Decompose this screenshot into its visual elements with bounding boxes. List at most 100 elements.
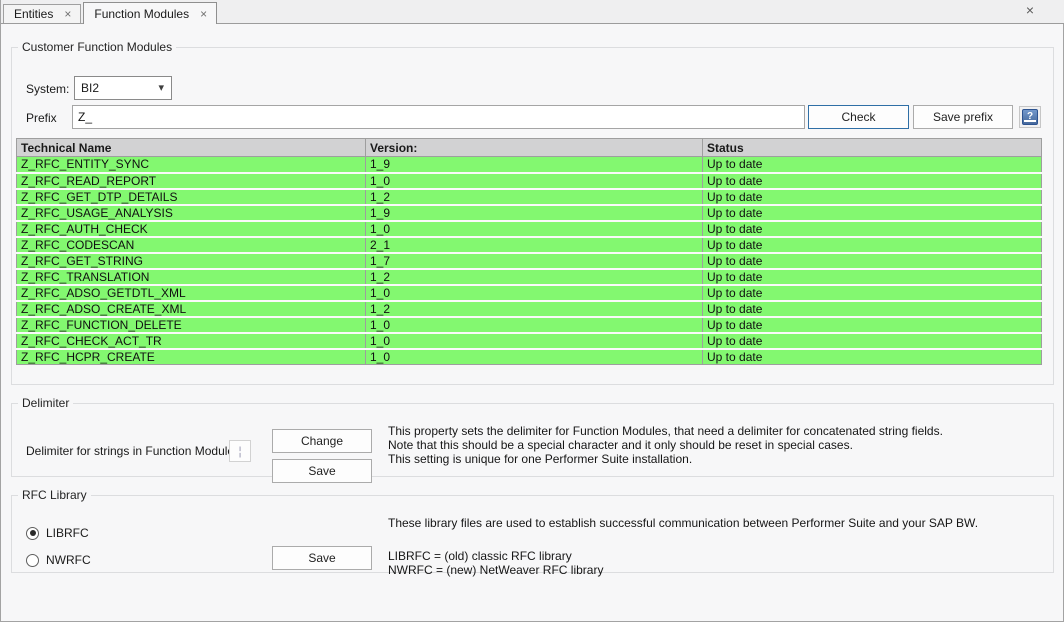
- radio-nwrfc[interactable]: NWRFC: [26, 553, 91, 567]
- table-row[interactable]: Z_RFC_AUTH_CHECK1_0Up to date: [17, 221, 1042, 237]
- chevron-down-icon: ▾: [158, 81, 164, 94]
- status-cell: Up to date: [703, 349, 1042, 365]
- help-icon: ?: [1022, 109, 1038, 125]
- column-header-version[interactable]: Version:: [366, 139, 703, 157]
- table-row[interactable]: Z_RFC_HCPR_CREATE1_0Up to date: [17, 349, 1042, 365]
- version-cell: 1_9: [366, 205, 703, 221]
- table-row[interactable]: Z_RFC_ADSO_GETDTL_XML1_0Up to date: [17, 285, 1042, 301]
- tab-function-modules-close-icon[interactable]: ×: [199, 8, 208, 20]
- status-cell: Up to date: [703, 173, 1042, 189]
- technical-name-cell: Z_RFC_USAGE_ANALYSIS: [17, 205, 366, 221]
- radio-nwrfc-label: NWRFC: [46, 553, 91, 567]
- technical-name-cell: Z_RFC_READ_REPORT: [17, 173, 366, 189]
- version-cell: 1_0: [366, 221, 703, 237]
- status-cell: Up to date: [703, 157, 1042, 173]
- customer-function-modules-title: Customer Function Modules: [18, 40, 176, 54]
- tab-bar: Entities × Function Modules × ×: [1, 0, 1064, 24]
- status-cell: Up to date: [703, 237, 1042, 253]
- status-cell: Up to date: [703, 285, 1042, 301]
- table-row[interactable]: Z_RFC_USAGE_ANALYSIS1_9Up to date: [17, 205, 1042, 221]
- rfc-description-intro: These library files are used to establis…: [388, 516, 978, 530]
- status-cell: Up to date: [703, 301, 1042, 317]
- delimiter-description-line-2: Note that this should be a special chara…: [388, 438, 943, 452]
- tab-entities-label: Entities: [14, 7, 53, 21]
- version-cell: 1_9: [366, 157, 703, 173]
- delimiter-value-box[interactable]: ¦: [229, 440, 251, 462]
- table-row[interactable]: Z_RFC_FUNCTION_DELETE1_0Up to date: [17, 317, 1042, 333]
- radio-librfc-label: LIBRFC: [46, 526, 89, 540]
- rfc-description-librfc: LIBRFC = (old) classic RFC library: [388, 549, 603, 563]
- rfc-description-legend: LIBRFC = (old) classic RFC library NWRFC…: [388, 549, 603, 577]
- tab-function-modules[interactable]: Function Modules ×: [83, 2, 217, 24]
- radio-librfc[interactable]: LIBRFC: [26, 526, 89, 540]
- tab-entities-close-icon[interactable]: ×: [63, 8, 72, 20]
- tab-entities[interactable]: Entities ×: [3, 4, 81, 23]
- system-dropdown-value: BI2: [81, 81, 99, 95]
- technical-name-cell: Z_RFC_HCPR_CREATE: [17, 349, 366, 365]
- technical-name-cell: Z_RFC_ADSO_CREATE_XML: [17, 301, 366, 317]
- delimiter-change-button[interactable]: Change: [272, 429, 372, 453]
- rfc-description-nwrfc: NWRFC = (new) NetWeaver RFC library: [388, 563, 603, 577]
- version-cell: 2_1: [366, 237, 703, 253]
- table-row[interactable]: Z_RFC_ADSO_CREATE_XML1_2Up to date: [17, 301, 1042, 317]
- status-cell: Up to date: [703, 333, 1042, 349]
- status-cell: Up to date: [703, 189, 1042, 205]
- fm-table-body: Z_RFC_ENTITY_SYNC1_9Up to dateZ_RFC_READ…: [17, 157, 1042, 365]
- column-header-technical-name[interactable]: Technical Name: [17, 139, 366, 157]
- delimiter-description-line-3: This setting is unique for one Performer…: [388, 452, 943, 466]
- system-label: System:: [26, 82, 69, 96]
- table-row[interactable]: Z_RFC_GET_DTP_DETAILS1_2Up to date: [17, 189, 1042, 205]
- radio-circle: [26, 554, 39, 567]
- version-cell: 1_0: [366, 349, 703, 365]
- technical-name-cell: Z_RFC_TRANSLATION: [17, 269, 366, 285]
- rfc-library-group: RFC Library LIBRFC NWRFC Save These libr…: [11, 488, 1054, 573]
- table-row[interactable]: Z_RFC_CODESCAN2_1Up to date: [17, 237, 1042, 253]
- delimiter-description-line-1: This property sets the delimiter for Fun…: [388, 424, 943, 438]
- version-cell: 1_0: [366, 317, 703, 333]
- table-header-row: Technical Name Version: Status: [17, 139, 1042, 157]
- technical-name-cell: Z_RFC_ADSO_GETDTL_XML: [17, 285, 366, 301]
- technical-name-cell: Z_RFC_ENTITY_SYNC: [17, 157, 366, 173]
- table-row[interactable]: Z_RFC_CHECK_ACT_TR1_0Up to date: [17, 333, 1042, 349]
- version-cell: 1_2: [366, 189, 703, 205]
- version-cell: 1_2: [366, 269, 703, 285]
- save-prefix-button[interactable]: Save prefix: [913, 105, 1013, 129]
- help-button[interactable]: ?: [1019, 106, 1041, 128]
- version-cell: 1_0: [366, 285, 703, 301]
- delimiter-group: Delimiter Delimiter for strings in Funct…: [11, 396, 1054, 477]
- table-row[interactable]: Z_RFC_GET_STRING1_7Up to date: [17, 253, 1042, 269]
- technical-name-cell: Z_RFC_CODESCAN: [17, 237, 366, 253]
- technical-name-cell: Z_RFC_GET_DTP_DETAILS: [17, 189, 366, 205]
- prefix-label: Prefix: [26, 111, 57, 125]
- technical-name-cell: Z_RFC_FUNCTION_DELETE: [17, 317, 366, 333]
- tab-function-modules-label: Function Modules: [94, 7, 189, 21]
- status-cell: Up to date: [703, 269, 1042, 285]
- delimiter-save-button[interactable]: Save: [272, 459, 372, 483]
- status-cell: Up to date: [703, 317, 1042, 333]
- app-window: Entities × Function Modules × × Customer…: [0, 0, 1064, 622]
- status-cell: Up to date: [703, 253, 1042, 269]
- table-row[interactable]: Z_RFC_TRANSLATION1_2Up to date: [17, 269, 1042, 285]
- window-close-icon[interactable]: ×: [1023, 2, 1037, 18]
- version-cell: 1_0: [366, 333, 703, 349]
- column-header-status[interactable]: Status: [703, 139, 1042, 157]
- technical-name-cell: Z_RFC_GET_STRING: [17, 253, 366, 269]
- prefix-input[interactable]: [72, 105, 805, 129]
- delimiter-field-label: Delimiter for strings in Function Module…: [26, 444, 240, 458]
- customer-function-modules-group: Customer Function Modules System: BI2 ▾ …: [11, 40, 1054, 385]
- check-button[interactable]: Check: [808, 105, 909, 129]
- function-modules-table: Technical Name Version: Status Z_RFC_ENT…: [16, 138, 1042, 365]
- table-row[interactable]: Z_RFC_READ_REPORT1_0Up to date: [17, 173, 1042, 189]
- technical-name-cell: Z_RFC_AUTH_CHECK: [17, 221, 366, 237]
- version-cell: 1_7: [366, 253, 703, 269]
- status-cell: Up to date: [703, 221, 1042, 237]
- version-cell: 1_0: [366, 173, 703, 189]
- radio-circle: [26, 527, 39, 540]
- rfc-save-button[interactable]: Save: [272, 546, 372, 570]
- table-row[interactable]: Z_RFC_ENTITY_SYNC1_9Up to date: [17, 157, 1042, 173]
- delimiter-description: This property sets the delimiter for Fun…: [388, 424, 943, 466]
- status-cell: Up to date: [703, 205, 1042, 221]
- system-dropdown[interactable]: BI2 ▾: [74, 76, 172, 100]
- technical-name-cell: Z_RFC_CHECK_ACT_TR: [17, 333, 366, 349]
- delimiter-title: Delimiter: [18, 396, 73, 410]
